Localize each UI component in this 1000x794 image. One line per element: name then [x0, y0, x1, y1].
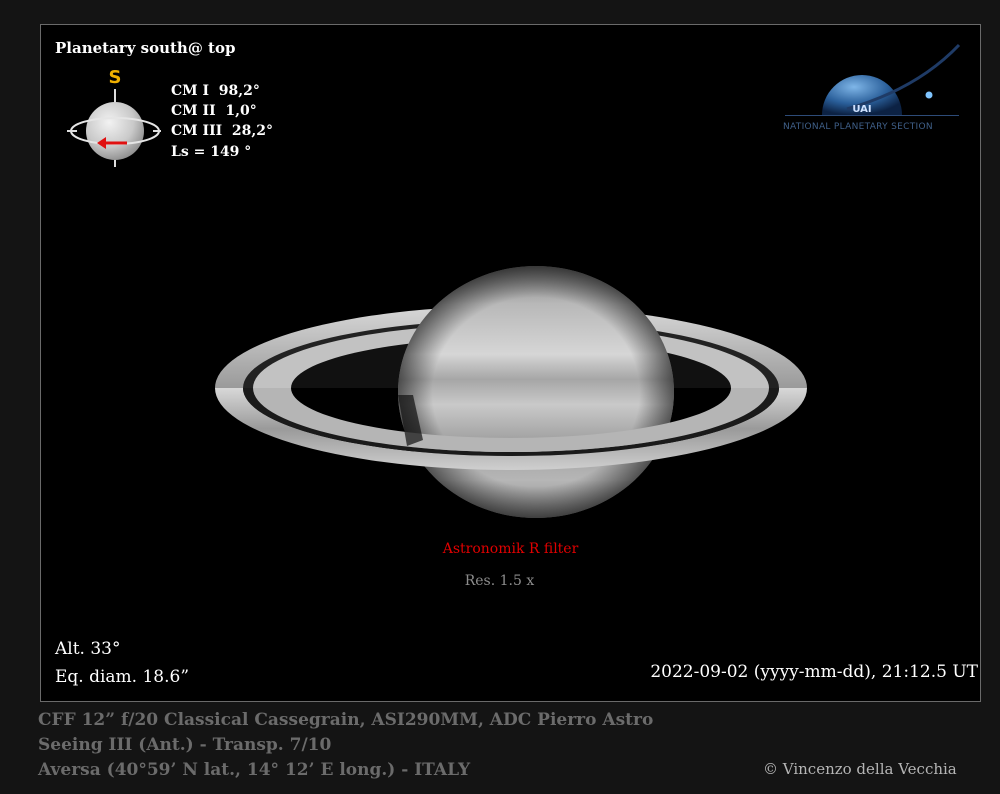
altitude-label: Alt. 33°: [55, 639, 121, 659]
datetime-label: 2022-09-02 (yyyy-mm-dd), 21:12.5 UT: [650, 662, 978, 682]
cm3-value: CM III 28,2°: [171, 123, 274, 139]
pole-marker: S: [109, 67, 122, 88]
image-frame: Planetary south@ top S CM I 98,2° CM II …: [40, 24, 981, 702]
filter-label: Astronomik R filter: [442, 541, 579, 557]
cm1-value: CM I 98,2°: [171, 83, 260, 99]
cm2-value: CM II 1,0°: [171, 103, 257, 119]
orientation-title: Planetary south@ top: [55, 39, 236, 57]
equipment-line: CFF 12” f/20 Classical Cassegrain, ASI29…: [38, 710, 654, 730]
location-line: Aversa (40°59’ N lat., 14° 12’ E long.) …: [38, 760, 471, 780]
resolution-label: Res. 1.5 x: [464, 573, 535, 589]
credit-label: © Vincenzo della Vecchia: [763, 760, 957, 778]
seeing-line: Seeing III (Ant.) - Transp. 7/10: [38, 735, 332, 755]
saturn-image: [215, 266, 807, 518]
logo-acronym: UAI: [852, 104, 871, 115]
eq-diameter-label: Eq. diam. 18.6”: [55, 667, 190, 687]
logo-subtitle: NATIONAL PLANETARY SECTION: [783, 122, 933, 132]
uai-logo: UAI: [785, 43, 961, 116]
orientation-globe-icon: S: [67, 67, 161, 167]
ls-value: Ls = 149 °: [171, 144, 252, 160]
